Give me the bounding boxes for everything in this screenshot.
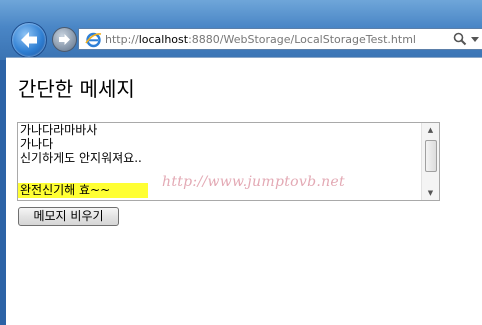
- memo-line: 가나다: [20, 137, 54, 151]
- url-host: localhost: [138, 33, 189, 46]
- address-bar[interactable]: http://localhost:8880/WebStorage/LocalSt…: [78, 28, 482, 50]
- back-button[interactable]: [11, 22, 47, 58]
- memo-highlighted-line: 완전신기해 효~~: [18, 183, 148, 198]
- ie-page-icon: [85, 32, 102, 48]
- browser-toolbar: http://localhost:8880/WebStorage/LocalSt…: [0, 0, 482, 60]
- url-prefix: http://: [105, 33, 139, 46]
- memo-line: 가나다라마바사: [20, 123, 98, 137]
- forward-arrow-icon: [59, 34, 70, 45]
- watermark-text: http://www.jumptovb.net: [162, 174, 345, 190]
- scroll-up-arrow-icon[interactable]: ▲: [422, 123, 439, 137]
- chevron-down-icon[interactable]: [471, 37, 479, 42]
- clear-memo-button[interactable]: 메모지 비우기: [18, 207, 119, 226]
- url-path: :8880/WebStorage/LocalStorageTest.html: [188, 33, 416, 46]
- memo-scrollbar[interactable]: ▲ ▼: [421, 123, 439, 200]
- url-text[interactable]: http://localhost:8880/WebStorage/LocalSt…: [105, 32, 416, 47]
- memo-line: 신기하게도 안지워져요..: [20, 151, 142, 165]
- search-icon[interactable]: [453, 32, 467, 46]
- back-arrow-icon: [21, 32, 37, 48]
- memo-lines: 가나다라마바사 가나다 신기하게도 안지워져요..: [20, 123, 142, 165]
- scroll-thumb[interactable]: [425, 140, 437, 172]
- page-title: 간단한 메세지: [18, 77, 135, 101]
- scroll-down-arrow-icon[interactable]: ▼: [422, 186, 439, 200]
- page-viewport: 간단한 메세지 가나다라마바사 가나다 신기하게도 안지워져요.. 완전신기해 …: [6, 57, 482, 325]
- forward-button[interactable]: [52, 27, 77, 52]
